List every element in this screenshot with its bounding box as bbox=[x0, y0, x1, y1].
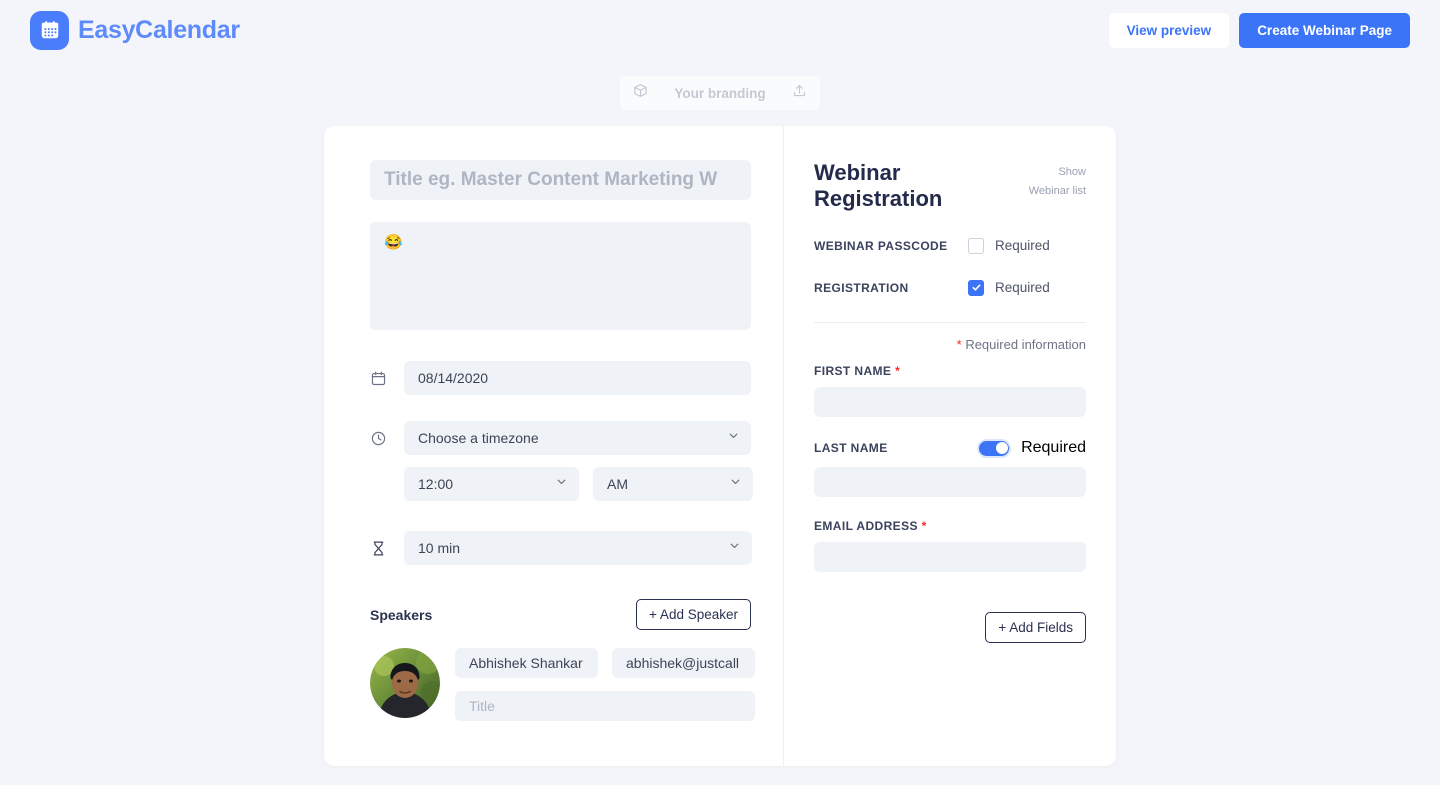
top-bar: EasyCalendar View preview Create Webinar… bbox=[0, 0, 1440, 60]
last-name-label: LAST NAME bbox=[814, 441, 888, 456]
required-information-text: Required information bbox=[965, 336, 1086, 352]
registration-checkbox[interactable] bbox=[968, 279, 984, 296]
speaker-name-input[interactable] bbox=[455, 648, 598, 678]
registration-required-label: Required bbox=[995, 280, 1050, 296]
last-name-required-control: Required bbox=[977, 438, 1086, 458]
required-information-note: * Required information bbox=[814, 337, 1086, 352]
speaker-avatar[interactable] bbox=[370, 648, 440, 718]
top-bar-actions: View preview Create Webinar Page bbox=[1108, 12, 1410, 48]
meridiem-select-wrap: AM bbox=[593, 467, 753, 501]
brand-name: EasyCalendar bbox=[78, 15, 240, 44]
registration-control: Required bbox=[968, 279, 1086, 296]
add-fields-button[interactable]: + Add Fields bbox=[985, 611, 1086, 643]
time-select[interactable]: 12:00 bbox=[404, 467, 579, 501]
add-speaker-button[interactable]: + Add Speaker bbox=[636, 599, 751, 630]
calendar-icon bbox=[370, 370, 404, 387]
registration-label: REGISTRATION bbox=[814, 280, 909, 295]
duration-select-wrap: 10 min bbox=[404, 531, 752, 565]
registration-panel: Webinar Registration Show Webinar list W… bbox=[784, 126, 1116, 766]
first-name-label: FIRST NAME * bbox=[814, 364, 1086, 378]
clock-icon bbox=[370, 430, 404, 447]
hourglass-icon bbox=[370, 540, 404, 557]
first-name-label-text: FIRST NAME bbox=[814, 363, 892, 378]
webinar-passcode-control: Required bbox=[968, 237, 1086, 254]
webinar-passcode-required-label: Required bbox=[995, 238, 1050, 254]
calendar-grid-icon bbox=[30, 10, 69, 50]
email-address-label-text: EMAIL ADDRESS bbox=[814, 518, 918, 533]
speaker-email-input[interactable] bbox=[612, 648, 755, 678]
timezone-select[interactable]: Choose a timezone bbox=[404, 421, 751, 455]
view-preview-button[interactable]: View preview bbox=[1108, 12, 1230, 48]
create-webinar-page-button[interactable]: Create Webinar Page bbox=[1239, 12, 1410, 48]
duration-row: 10 min bbox=[370, 531, 752, 565]
speaker-name-email-row bbox=[455, 648, 755, 678]
required-asterisk: * bbox=[956, 336, 962, 352]
webinar-details-panel: 😂 Choose a timezone bbox=[324, 126, 784, 766]
speakers-header: Speakers + Add Speaker bbox=[370, 599, 751, 630]
speaker-fields bbox=[455, 648, 755, 721]
email-address-input[interactable] bbox=[814, 541, 1086, 572]
webinar-editor-card: 😂 Choose a timezone bbox=[324, 126, 1116, 766]
show-webinar-list-link[interactable]: Show Webinar list bbox=[1029, 163, 1086, 202]
section-divider bbox=[814, 321, 1086, 323]
last-name-required-label: Required bbox=[1021, 439, 1086, 457]
page-title: Webinar Registration bbox=[814, 160, 943, 211]
registration-header: Webinar Registration Show Webinar list bbox=[814, 160, 1086, 212]
add-fields-row: + Add Fields bbox=[814, 611, 1086, 643]
email-required-asterisk: * bbox=[921, 518, 927, 533]
time-select-wrap: 12:00 bbox=[404, 467, 579, 501]
speaker-row bbox=[370, 648, 755, 721]
your-branding-label: Your branding bbox=[674, 85, 766, 101]
date-row bbox=[370, 361, 751, 395]
upload-icon[interactable] bbox=[792, 83, 807, 103]
speakers-label: Speakers bbox=[370, 606, 433, 623]
webinar-passcode-label: WEBINAR PASSCODE bbox=[814, 238, 948, 253]
last-name-input[interactable] bbox=[814, 466, 1086, 497]
webinar-date-input[interactable] bbox=[404, 361, 751, 395]
time-row: 12:00 AM bbox=[404, 467, 753, 501]
meridiem-select[interactable]: AM bbox=[593, 467, 753, 501]
timezone-select-wrap: Choose a timezone bbox=[404, 421, 751, 455]
registration-required-row: REGISTRATION Required bbox=[814, 279, 1086, 296]
show-webinar-list-line2: Webinar list bbox=[1028, 185, 1086, 198]
timezone-row: Choose a timezone bbox=[370, 421, 751, 455]
first-name-input[interactable] bbox=[814, 386, 1086, 417]
speaker-title-input[interactable] bbox=[455, 691, 755, 721]
first-name-required-asterisk: * bbox=[895, 363, 901, 378]
your-branding-upload[interactable]: Your branding bbox=[620, 76, 820, 110]
last-name-label-row: LAST NAME Required bbox=[814, 438, 1086, 458]
webinar-passcode-row: WEBINAR PASSCODE Required bbox=[814, 237, 1086, 254]
show-webinar-list-line1: Show bbox=[1058, 166, 1086, 178]
last-name-required-toggle[interactable] bbox=[977, 438, 1012, 458]
duration-select[interactable]: 10 min bbox=[404, 531, 752, 565]
email-address-label: EMAIL ADDRESS * bbox=[814, 519, 1086, 533]
webinar-title-input[interactable] bbox=[370, 160, 751, 200]
webinar-description-textarea[interactable]: 😂 bbox=[370, 222, 751, 330]
webinar-passcode-checkbox[interactable] bbox=[968, 237, 984, 254]
toggle-knob bbox=[995, 442, 1008, 455]
box-icon bbox=[633, 83, 648, 103]
brand-logo-area[interactable]: EasyCalendar bbox=[30, 10, 240, 50]
